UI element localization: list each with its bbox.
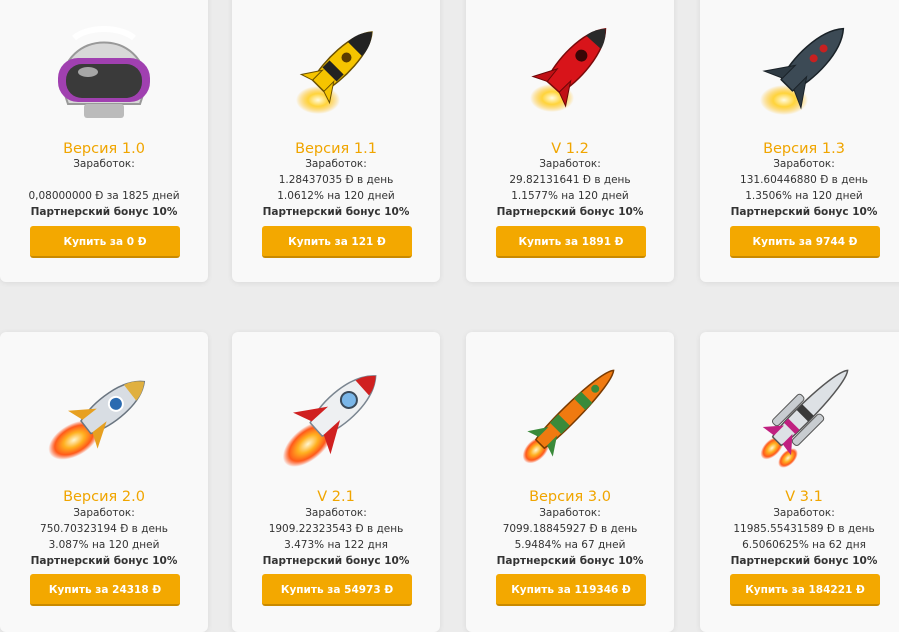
partner-bonus: Партнерский бонус 10% [30, 206, 178, 218]
product-card-v1-1: Версия 1.1 Заработок: 1.28437035 Ð в ден… [232, 0, 440, 282]
earnings-daily: 131.60446880 Ð в день [740, 174, 868, 186]
partner-bonus: Партнерский бонус 10% [496, 206, 644, 218]
earnings-label: Заработок: [773, 507, 835, 519]
earnings-label: Заработок: [539, 158, 601, 170]
earnings-term: 1.3506% на 120 дней [745, 190, 863, 202]
buy-button[interactable]: Купить за 121 Ð [262, 226, 412, 258]
product-card-v1-2: V 1.2 Заработок: 29.82131641 Ð в день 1.… [466, 0, 674, 282]
buy-button[interactable]: Купить за 184221 Ð [730, 574, 880, 606]
orange-missile-icon [466, 354, 674, 472]
yellow-rocket-icon [232, 8, 440, 126]
shuttle-rocket-icon [700, 354, 899, 472]
plan-title: Версия 2.0 [63, 489, 145, 505]
earnings-term: 1.1577% на 120 дней [511, 190, 629, 202]
buy-button[interactable]: Купить за 1891 Ð [496, 226, 646, 258]
earnings-daily: 1909.22323543 Ð в день [268, 523, 404, 535]
earnings-label: Заработок: [73, 158, 135, 170]
earnings-term: 5.9484% на 67 дней [514, 539, 626, 551]
product-card-v3-1: V 3.1 Заработок: 11985.55431589 Ð в день… [700, 332, 899, 632]
partner-bonus: Партнерский бонус 10% [262, 555, 410, 567]
partner-bonus: Партнерский бонус 10% [496, 555, 644, 567]
product-card-v1-3: Версия 1.3 Заработок: 131.60446880 Ð в д… [700, 0, 899, 282]
earnings-daily: 11985.55431589 Ð в день [733, 523, 875, 535]
earnings-daily: 7099.18845927 Ð в день [502, 523, 638, 535]
buy-button[interactable]: Купить за 54973 Ð [262, 574, 412, 606]
plan-title: V 2.1 [317, 489, 355, 505]
plan-title: Версия 1.0 [63, 141, 145, 157]
white-red-rocket-icon [232, 354, 440, 472]
dark-rocket-icon [700, 8, 899, 126]
product-card-v1-0: Версия 1.0 Заработок: 0,08000000 Ð за 18… [0, 0, 208, 282]
earnings-daily: 1.28437035 Ð в день [278, 174, 394, 186]
silver-rocket-icon [0, 354, 208, 472]
earnings-label: Заработок: [73, 507, 135, 519]
earnings-term: 3.087% на 120 дней [48, 539, 160, 551]
earnings-daily: 29.82131641 Ð в день [509, 174, 631, 186]
plan-title: V 3.1 [785, 489, 823, 505]
partner-bonus: Партнерский бонус 10% [730, 206, 878, 218]
earnings-term: 3.473% на 122 дня [284, 539, 388, 551]
partner-bonus: Партнерский бонус 10% [30, 555, 178, 567]
buy-button[interactable]: Купить за 9744 Ð [730, 226, 880, 258]
product-card-v3-0: Версия 3.0 Заработок: 7099.18845927 Ð в … [466, 332, 674, 632]
earnings-term: 6.5060625% на 62 дня [742, 539, 866, 551]
buy-button[interactable]: Купить за 24318 Ð [30, 574, 180, 606]
earnings-label: Заработок: [539, 507, 601, 519]
helmet-icon [0, 8, 208, 126]
earnings-label: Заработок: [305, 507, 367, 519]
plan-title: V 1.2 [551, 141, 589, 157]
earnings-daily: 750.70323194 Ð в день [40, 523, 168, 535]
earnings-term: 0,08000000 Ð за 1825 дней [28, 190, 180, 202]
earnings-label: Заработок: [305, 158, 367, 170]
partner-bonus: Партнерский бонус 10% [262, 206, 410, 218]
earnings-term: 1.0612% на 120 дней [277, 190, 395, 202]
product-card-v2-0: Версия 2.0 Заработок: 750.70323194 Ð в д… [0, 332, 208, 632]
partner-bonus: Партнерский бонус 10% [730, 555, 878, 567]
buy-button[interactable]: Купить за 119346 Ð [496, 574, 646, 606]
buy-button[interactable]: Купить за 0 Ð [30, 226, 180, 258]
plan-title: Версия 1.1 [295, 141, 377, 157]
product-card-v2-1: V 2.1 Заработок: 1909.22323543 Ð в день … [232, 332, 440, 632]
plan-title: Версия 1.3 [763, 141, 845, 157]
red-rocket-icon [466, 8, 674, 126]
earnings-label: Заработок: [773, 158, 835, 170]
plan-title: Версия 3.0 [529, 489, 611, 505]
